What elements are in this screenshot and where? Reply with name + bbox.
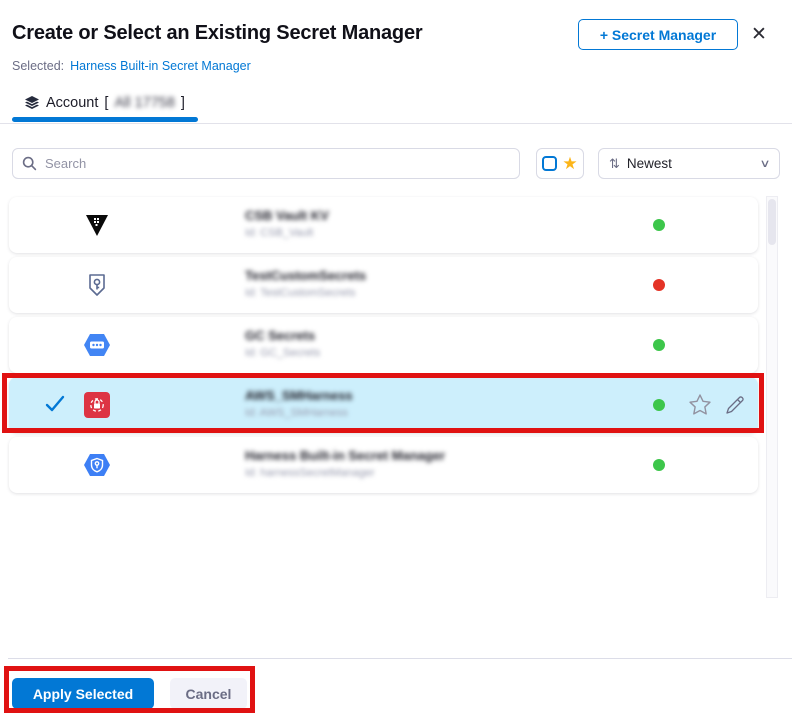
active-tab-indicator — [12, 117, 198, 122]
tab-account-label: Account — [46, 95, 98, 111]
harness-secret-manager-icon — [83, 451, 111, 479]
footer-divider — [8, 658, 792, 659]
status-dot-connected — [653, 459, 665, 471]
apply-selected-button[interactable]: Apply Selected — [12, 678, 154, 709]
new-secret-manager-button[interactable]: + Secret Manager — [578, 19, 738, 50]
gcp-secret-manager-icon — [83, 331, 111, 359]
status-dot-failed — [653, 279, 665, 291]
tab-divider — [0, 123, 792, 124]
secret-manager-id: Id: TestCustomSecrets — [245, 287, 366, 299]
tab-scope-open: [ — [104, 95, 108, 111]
aws-secrets-manager-icon — [83, 391, 111, 419]
layers-icon — [24, 95, 40, 111]
status-dot-connected — [653, 219, 665, 231]
favorite-star-outline-icon[interactable] — [687, 392, 713, 423]
sort-dropdown[interactable]: ⇅ Newest ∨ — [598, 148, 780, 179]
custom-secrets-icon — [83, 271, 111, 299]
list-scrollbar[interactable] — [766, 196, 778, 598]
list-item-harness-builtin[interactable]: Harness Built-in Secret Manager Id: harn… — [9, 437, 758, 493]
page-title: Create or Select an Existing Secret Mana… — [12, 22, 422, 45]
favorites-filter-button[interactable]: ★ — [536, 148, 584, 179]
secret-manager-name: AWS_SMHarness — [245, 388, 353, 403]
tab-account[interactable]: Account [ All 17758 ] — [24, 95, 185, 111]
list-item-custom-secrets[interactable]: TestCustomSecrets Id: TestCustomSecrets — [9, 257, 758, 313]
search-container — [12, 148, 520, 179]
scrollbar-thumb[interactable] — [768, 199, 776, 245]
search-icon — [22, 156, 37, 176]
search-input[interactable] — [12, 148, 520, 179]
secret-manager-name: TestCustomSecrets — [245, 268, 366, 283]
secret-manager-list: CSB Vault KV Id: CSB_Vault TestCustomSec… — [9, 197, 758, 497]
favorite-star-icon: ★ — [562, 155, 577, 172]
selected-summary: Selected: Harness Built-in Secret Manager — [12, 59, 251, 73]
chevron-down-icon: ∨ — [759, 157, 770, 170]
selected-check-icon — [45, 395, 65, 418]
secret-manager-name: GC Secrets — [245, 328, 320, 343]
selected-secret-manager-link[interactable]: Harness Built-in Secret Manager — [70, 59, 251, 73]
status-dot-connected — [653, 339, 665, 351]
sort-arrows-icon: ⇅ — [609, 156, 620, 172]
secret-manager-name: Harness Built-in Secret Manager — [245, 448, 445, 463]
sort-selected-value: Newest — [627, 156, 672, 171]
hashicorp-vault-icon — [83, 211, 111, 239]
tab-scope-close: ] — [181, 95, 185, 111]
tab-scope-count-redacted: All 17758 — [114, 95, 174, 111]
status-dot-connected — [653, 399, 665, 411]
secret-manager-id: Id: harnessSecretManager — [245, 467, 445, 479]
list-item-vault[interactable]: CSB Vault KV Id: CSB_Vault — [9, 197, 758, 253]
secret-manager-id: Id: GC_Secrets — [245, 347, 320, 359]
close-icon[interactable]: ✕ — [751, 23, 767, 46]
selected-label: Selected: — [12, 59, 64, 73]
list-item-aws-secrets-selected[interactable]: AWS_SMHarness Id: AWS_SMHarness — [9, 377, 758, 433]
secret-manager-id: Id: CSB_Vault — [245, 227, 329, 239]
favorites-checkbox[interactable] — [542, 156, 557, 171]
edit-pencil-icon[interactable] — [723, 393, 747, 422]
secret-manager-name: CSB Vault KV — [245, 208, 329, 223]
cancel-button[interactable]: Cancel — [170, 678, 247, 709]
secret-manager-id: Id: AWS_SMHarness — [245, 407, 353, 419]
list-item-gcp-secrets[interactable]: GC Secrets Id: GC_Secrets — [9, 317, 758, 373]
